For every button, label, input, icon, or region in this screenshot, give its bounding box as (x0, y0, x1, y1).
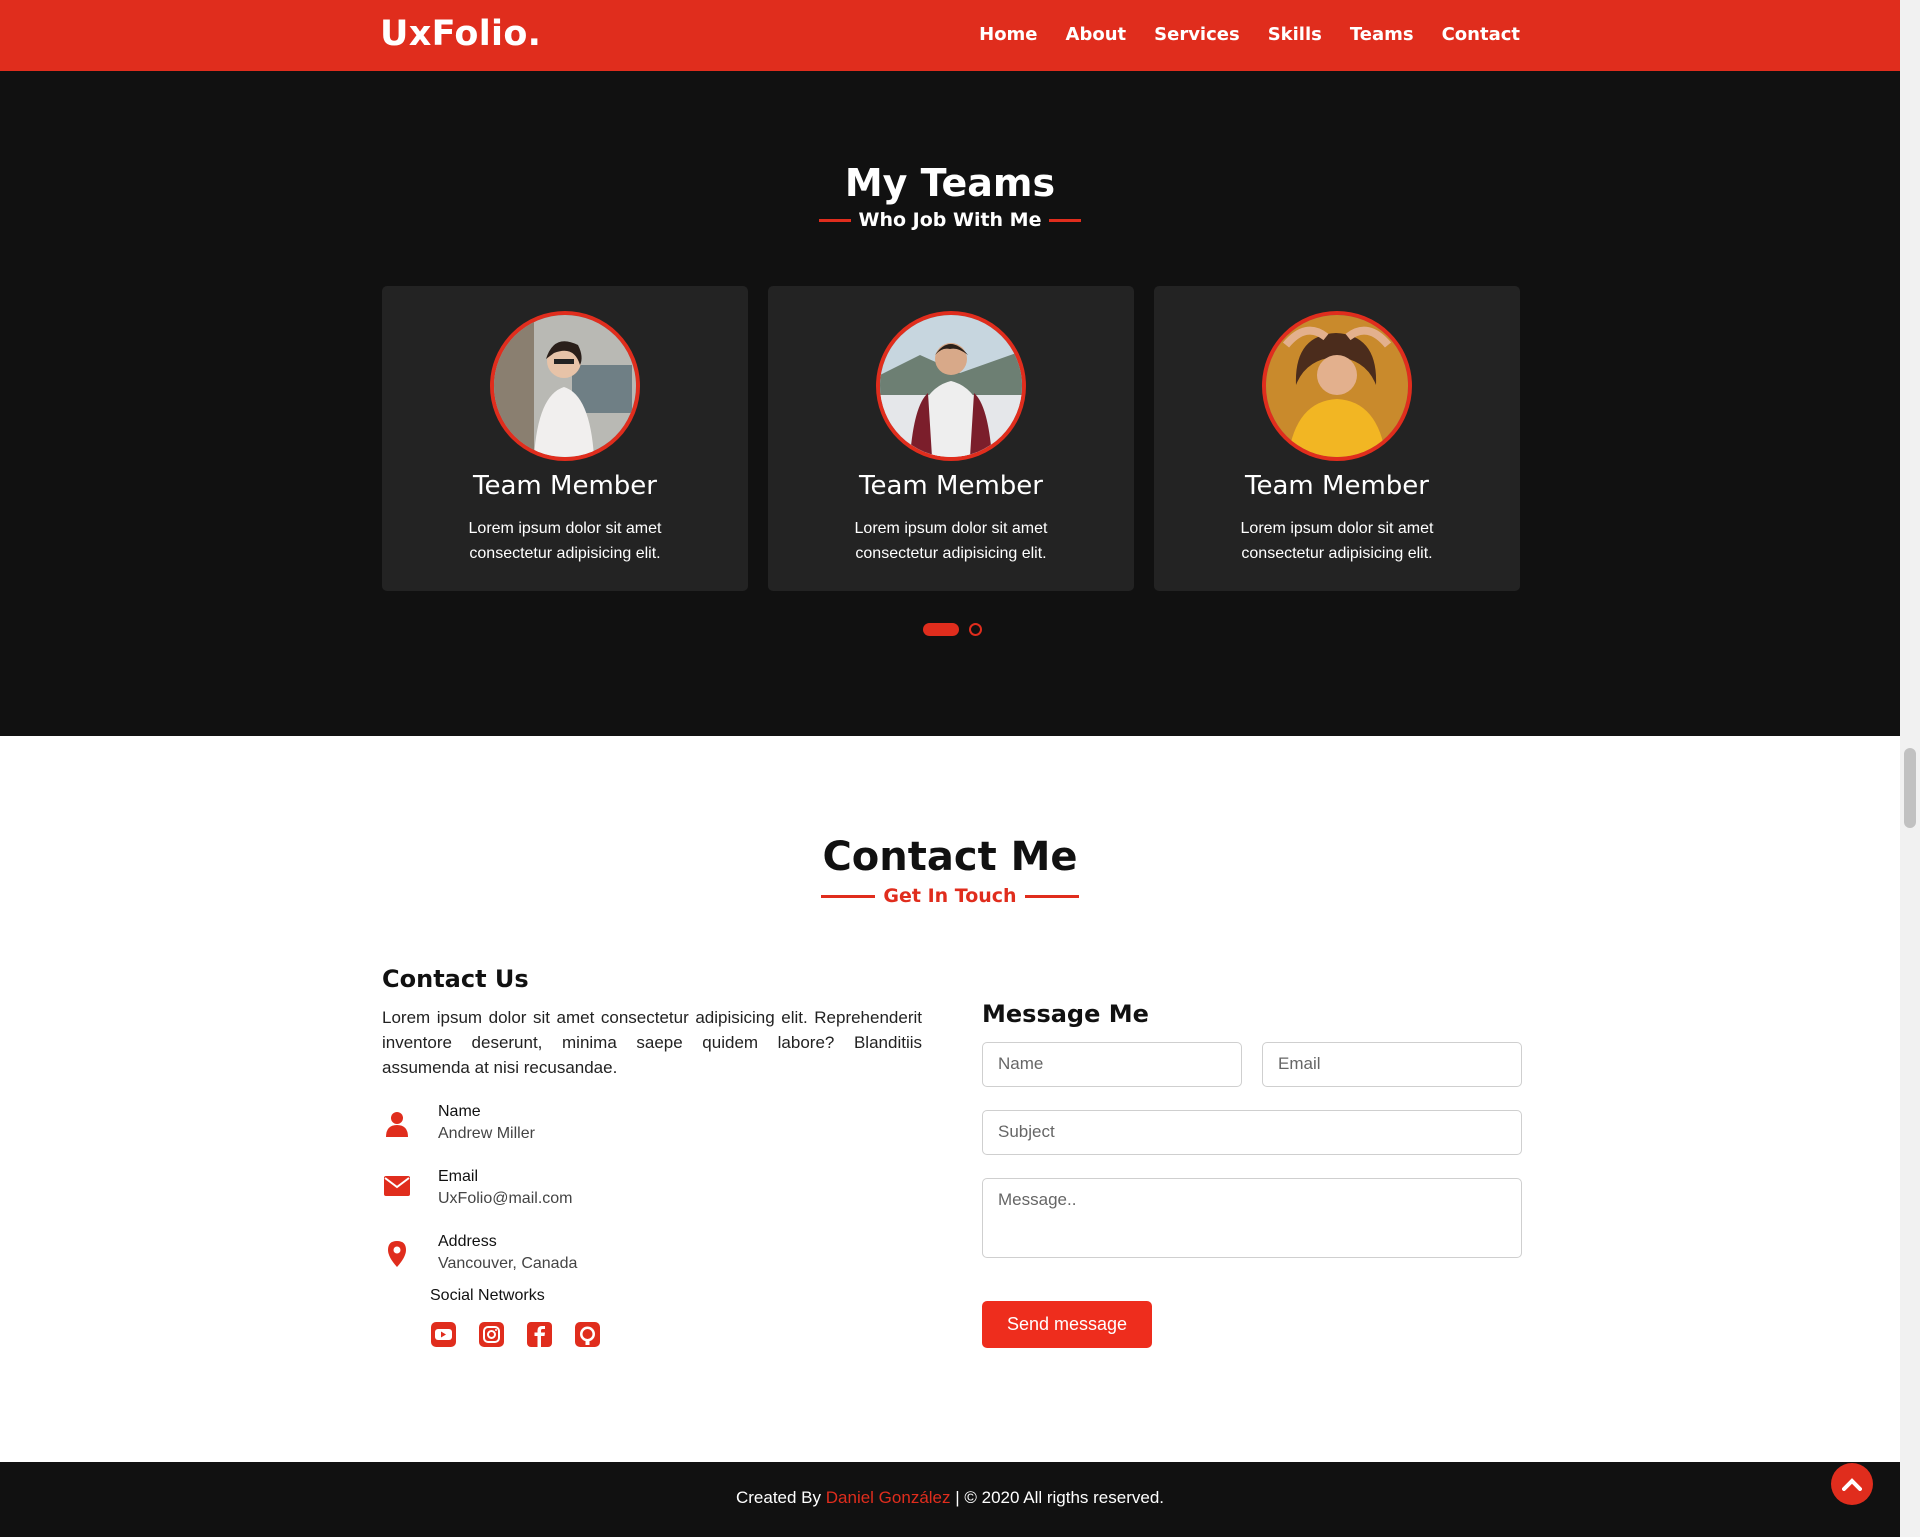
team-carousel: Team Member Lorem ipsum dolor sit amet c… (382, 286, 1520, 591)
nav-about[interactable]: About (1066, 24, 1127, 45)
contact-info: Contact Us Lorem ipsum dolor sit amet co… (382, 965, 922, 1347)
message-textarea[interactable]: Message.. (982, 1178, 1522, 1258)
teams-title: My Teams (844, 161, 1056, 205)
instagram-icon[interactable] (478, 1321, 505, 1348)
subtitle-line-right (1049, 218, 1082, 222)
facebook-icon[interactable] (526, 1321, 553, 1348)
subtitle-line-left (818, 218, 851, 222)
nav-teams[interactable]: Teams (1350, 24, 1414, 45)
social-links (430, 1321, 601, 1348)
github-icon[interactable] (574, 1321, 601, 1348)
navbar: UxFolio. Home About Services Skills Team… (0, 0, 1900, 71)
footer-rights: | © 2020 All rigths reserved. (955, 1488, 1165, 1507)
social-title: Social Networks (430, 1287, 545, 1304)
team-card: Team Member Lorem ipsum dolor sit amet c… (768, 286, 1134, 591)
team-avatar (876, 311, 1026, 461)
message-me-title: Message Me (982, 1000, 1149, 1028)
contact-subtitle-text: Get In Touch (883, 885, 1017, 907)
team-card-desc: Lorem ipsum dolor sit amet consectetur a… (854, 520, 1048, 562)
contact-title: Contact Me (822, 834, 1078, 880)
nav-links: Home About Services Skills Teams Contact (979, 24, 1520, 45)
info-name: Name Andrew Miller (382, 1103, 535, 1143)
carousel-dot-active[interactable] (923, 623, 959, 636)
team-card-name: Team Member (859, 471, 1043, 501)
nav-contact[interactable]: Contact (1442, 24, 1520, 45)
team-card-desc: Lorem ipsum dolor sit amet consectetur a… (468, 520, 662, 562)
brand-logo[interactable]: UxFolio. (380, 14, 541, 54)
nav-home[interactable]: Home (979, 24, 1037, 45)
subject-input[interactable]: Subject (982, 1110, 1522, 1155)
scrollbar[interactable] (1900, 0, 1920, 1537)
info-value[interactable]: UxFolio@mail.com (438, 1190, 572, 1208)
subtitle-line-right (1024, 894, 1079, 898)
carousel-dot[interactable] (969, 623, 982, 636)
info-value: Vancouver, Canada (438, 1255, 578, 1272)
name-input[interactable]: Name (982, 1042, 1242, 1087)
team-card: Team Member Lorem ipsum dolor sit amet c… (382, 286, 748, 591)
message-form: Message Me Name Email Subject Message.. … (982, 1000, 1522, 1348)
team-avatar (490, 311, 640, 461)
info-label: Address (438, 1233, 497, 1250)
team-card: Team Member Lorem ipsum dolor sit amet c… (1154, 286, 1520, 591)
nav-skills[interactable]: Skills (1268, 24, 1322, 45)
contact-subtitle: Get In Touch (0, 885, 1900, 907)
youtube-icon[interactable] (430, 1321, 457, 1348)
info-email: Email UxFolio@mail.com (382, 1168, 572, 1208)
subtitle-line-left (821, 894, 876, 898)
back-to-top-button[interactable] (1831, 1463, 1873, 1505)
info-value: Andrew Miller (438, 1125, 535, 1142)
footer-created-by: Created By (735, 1488, 822, 1507)
footer-text: Created By Daniel González | © 2020 All … (0, 1488, 1900, 1508)
email-input[interactable]: Email (1262, 1042, 1522, 1087)
chevron-up-icon (1842, 1478, 1862, 1491)
user-icon (382, 1103, 412, 1143)
team-card-desc: Lorem ipsum dolor sit amet consectetur a… (1240, 520, 1434, 562)
info-label: Email (438, 1168, 479, 1185)
nav-services[interactable]: Services (1154, 24, 1240, 45)
footer-author-link[interactable]: Daniel González (826, 1488, 951, 1507)
teams-subtitle: Who Job With Me (0, 209, 1900, 231)
info-label: Name (438, 1103, 481, 1120)
teams-section: My Teams Who Job With Me Team Member Lor… (0, 71, 1900, 736)
info-address: Address Vancouver, Canada (382, 1233, 577, 1273)
team-card-name: Team Member (1245, 471, 1429, 501)
map-pin-icon (382, 1233, 412, 1273)
scrollbar-thumb[interactable] (1904, 748, 1916, 828)
team-avatar (1262, 311, 1412, 461)
contact-intro: Lorem ipsum dolor sit amet consectetur a… (382, 1008, 922, 1077)
team-card-name: Team Member (473, 471, 657, 501)
footer: Created By Daniel González | © 2020 All … (0, 1462, 1900, 1537)
contact-us-title: Contact Us (382, 965, 529, 993)
carousel-dots (923, 623, 982, 636)
send-message-button[interactable]: Send message (982, 1301, 1152, 1348)
envelope-icon (382, 1168, 412, 1208)
teams-subtitle-text: Who Job With Me (858, 209, 1042, 231)
